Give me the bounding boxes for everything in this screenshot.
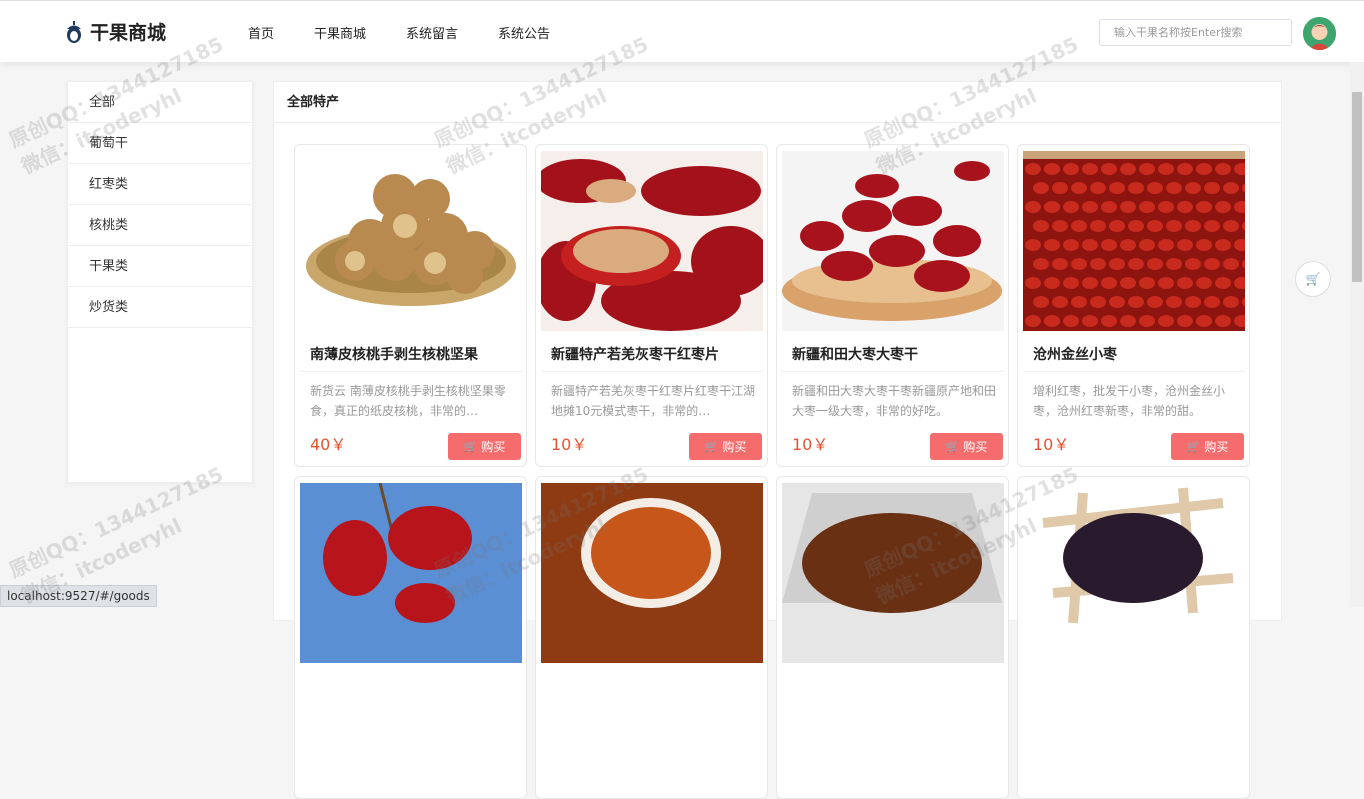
product-price: 40￥ xyxy=(310,435,347,454)
product-card[interactable]: 新疆和田大枣大枣干 新疆和田大枣大枣干枣新疆原产地和田大枣一级大枣，非常的好吃。… xyxy=(776,144,1009,467)
cart-icon: 🛒 xyxy=(1305,272,1321,286)
floating-cart-button[interactable]: 🛒 xyxy=(1295,261,1331,297)
product-card[interactable] xyxy=(776,476,1009,799)
buy-label: 购买 xyxy=(963,440,988,454)
cart-icon: 🛒 xyxy=(945,440,960,453)
product-image-small-dates[interactable] xyxy=(1023,151,1245,331)
product-description: 新疆特产若羌灰枣干红枣片红枣干江湖地摊10元模式枣干，非常的… xyxy=(551,384,756,418)
buy-button[interactable]: 🛒 购买 xyxy=(1171,433,1244,460)
product-name[interactable]: 新疆和田大枣大枣干 xyxy=(792,344,918,364)
logo-text: 干果商城 xyxy=(90,22,167,44)
product-image-dates-bowl[interactable] xyxy=(782,151,1004,331)
buy-label: 购买 xyxy=(722,440,747,454)
card-divider xyxy=(300,371,522,372)
cart-icon: 🛒 xyxy=(1186,440,1201,453)
card-divider xyxy=(782,371,1004,372)
main-nav: 首页 干果商城 系统留言 系统公告 xyxy=(248,23,590,42)
product-name[interactable]: 新疆特产若羌灰枣干红枣片 xyxy=(551,344,719,364)
product-panel: 全部特产 南薄皮核桃手剥生核桃坚果 新货云 南薄皮核桃手剥生核桃坚果零食，真正的… xyxy=(273,81,1282,799)
nav-announcements[interactable]: 系统公告 xyxy=(498,23,550,42)
nav-shop[interactable]: 干果商城 xyxy=(314,23,366,42)
acorn-logo-icon xyxy=(67,20,81,43)
category-all[interactable]: 全部 xyxy=(68,82,252,123)
product-description: 新疆和田大枣大枣干枣新疆原产地和田大枣一级大枣，非常的好吃。 xyxy=(792,384,997,418)
buy-button[interactable]: 🛒 购买 xyxy=(689,433,762,460)
category-walnuts[interactable]: 核桃类 xyxy=(68,205,252,246)
product-price: 10￥ xyxy=(551,435,588,454)
product-description: 增利红枣，批发干小枣，沧州金丝小枣，沧州红枣新枣，非常的甜。 xyxy=(1033,384,1226,418)
logo[interactable]: 干果商城 xyxy=(64,18,166,45)
nav-messages[interactable]: 系统留言 xyxy=(406,23,458,42)
page-scrollbar[interactable] xyxy=(1350,62,1364,607)
product-image-dates-branch[interactable] xyxy=(300,483,522,663)
product-image-walnuts[interactable] xyxy=(300,151,522,331)
panel-title: 全部特产 xyxy=(274,82,1281,123)
product-name[interactable]: 沧州金丝小枣 xyxy=(1033,344,1117,364)
product-card[interactable] xyxy=(535,476,768,799)
buy-label: 购买 xyxy=(481,440,506,454)
product-price: 10￥ xyxy=(1033,435,1070,454)
user-avatar-icon xyxy=(1303,17,1336,50)
category-sidebar: 全部 葡萄干 红枣类 核桃类 干果类 炒货类 xyxy=(67,81,253,483)
buy-button[interactable]: 🛒 购买 xyxy=(930,433,1003,460)
category-dried-fruit[interactable]: 干果类 xyxy=(68,246,252,287)
top-header: 干果商城 首页 干果商城 系统留言 系统公告 输入干果名称按Enter搜索 xyxy=(0,0,1364,62)
product-description: 新货云 南薄皮核桃手剥生核桃坚果零食，真正的纸皮核桃，非常的… xyxy=(310,384,506,418)
avatar[interactable] xyxy=(1303,17,1336,50)
product-card[interactable] xyxy=(1017,476,1250,799)
nav-home[interactable]: 首页 xyxy=(248,23,274,42)
product-price: 10￥ xyxy=(792,435,829,454)
product-image-raisins-glass[interactable] xyxy=(782,483,1004,663)
category-dates[interactable]: 红枣类 xyxy=(68,164,252,205)
product-card[interactable]: 南薄皮核桃手剥生核桃坚果 新货云 南薄皮核桃手剥生核桃坚果零食，真正的纸皮核桃，… xyxy=(294,144,527,467)
card-divider xyxy=(1023,371,1245,372)
category-raisins[interactable]: 葡萄干 xyxy=(68,123,252,164)
product-image-date-slices[interactable] xyxy=(541,151,763,331)
browser-status-url: localhost:9527/#/goods xyxy=(0,585,157,607)
product-image-raisins-bowl[interactable] xyxy=(541,483,763,663)
card-divider xyxy=(541,371,763,372)
product-card[interactable]: 沧州金丝小枣 增利红枣，批发干小枣，沧州金丝小枣，沧州红枣新枣，非常的甜。 10… xyxy=(1017,144,1250,467)
buy-button[interactable]: 🛒 购买 xyxy=(448,433,521,460)
cart-icon: 🛒 xyxy=(704,440,719,453)
cart-icon: 🛒 xyxy=(463,440,478,453)
product-card[interactable] xyxy=(294,476,527,799)
search-input[interactable]: 输入干果名称按Enter搜索 xyxy=(1099,19,1292,46)
product-name[interactable]: 南薄皮核桃手剥生核桃坚果 xyxy=(310,344,478,364)
product-card[interactable]: 新疆特产若羌灰枣干红枣片 新疆特产若羌灰枣干红枣片红枣干江湖地摊10元模式枣干，… xyxy=(535,144,768,467)
product-image-black-raisins[interactable] xyxy=(1023,483,1245,663)
buy-label: 购买 xyxy=(1204,440,1229,454)
scrollbar-thumb[interactable] xyxy=(1352,92,1362,282)
category-roasted[interactable]: 炒货类 xyxy=(68,287,252,328)
